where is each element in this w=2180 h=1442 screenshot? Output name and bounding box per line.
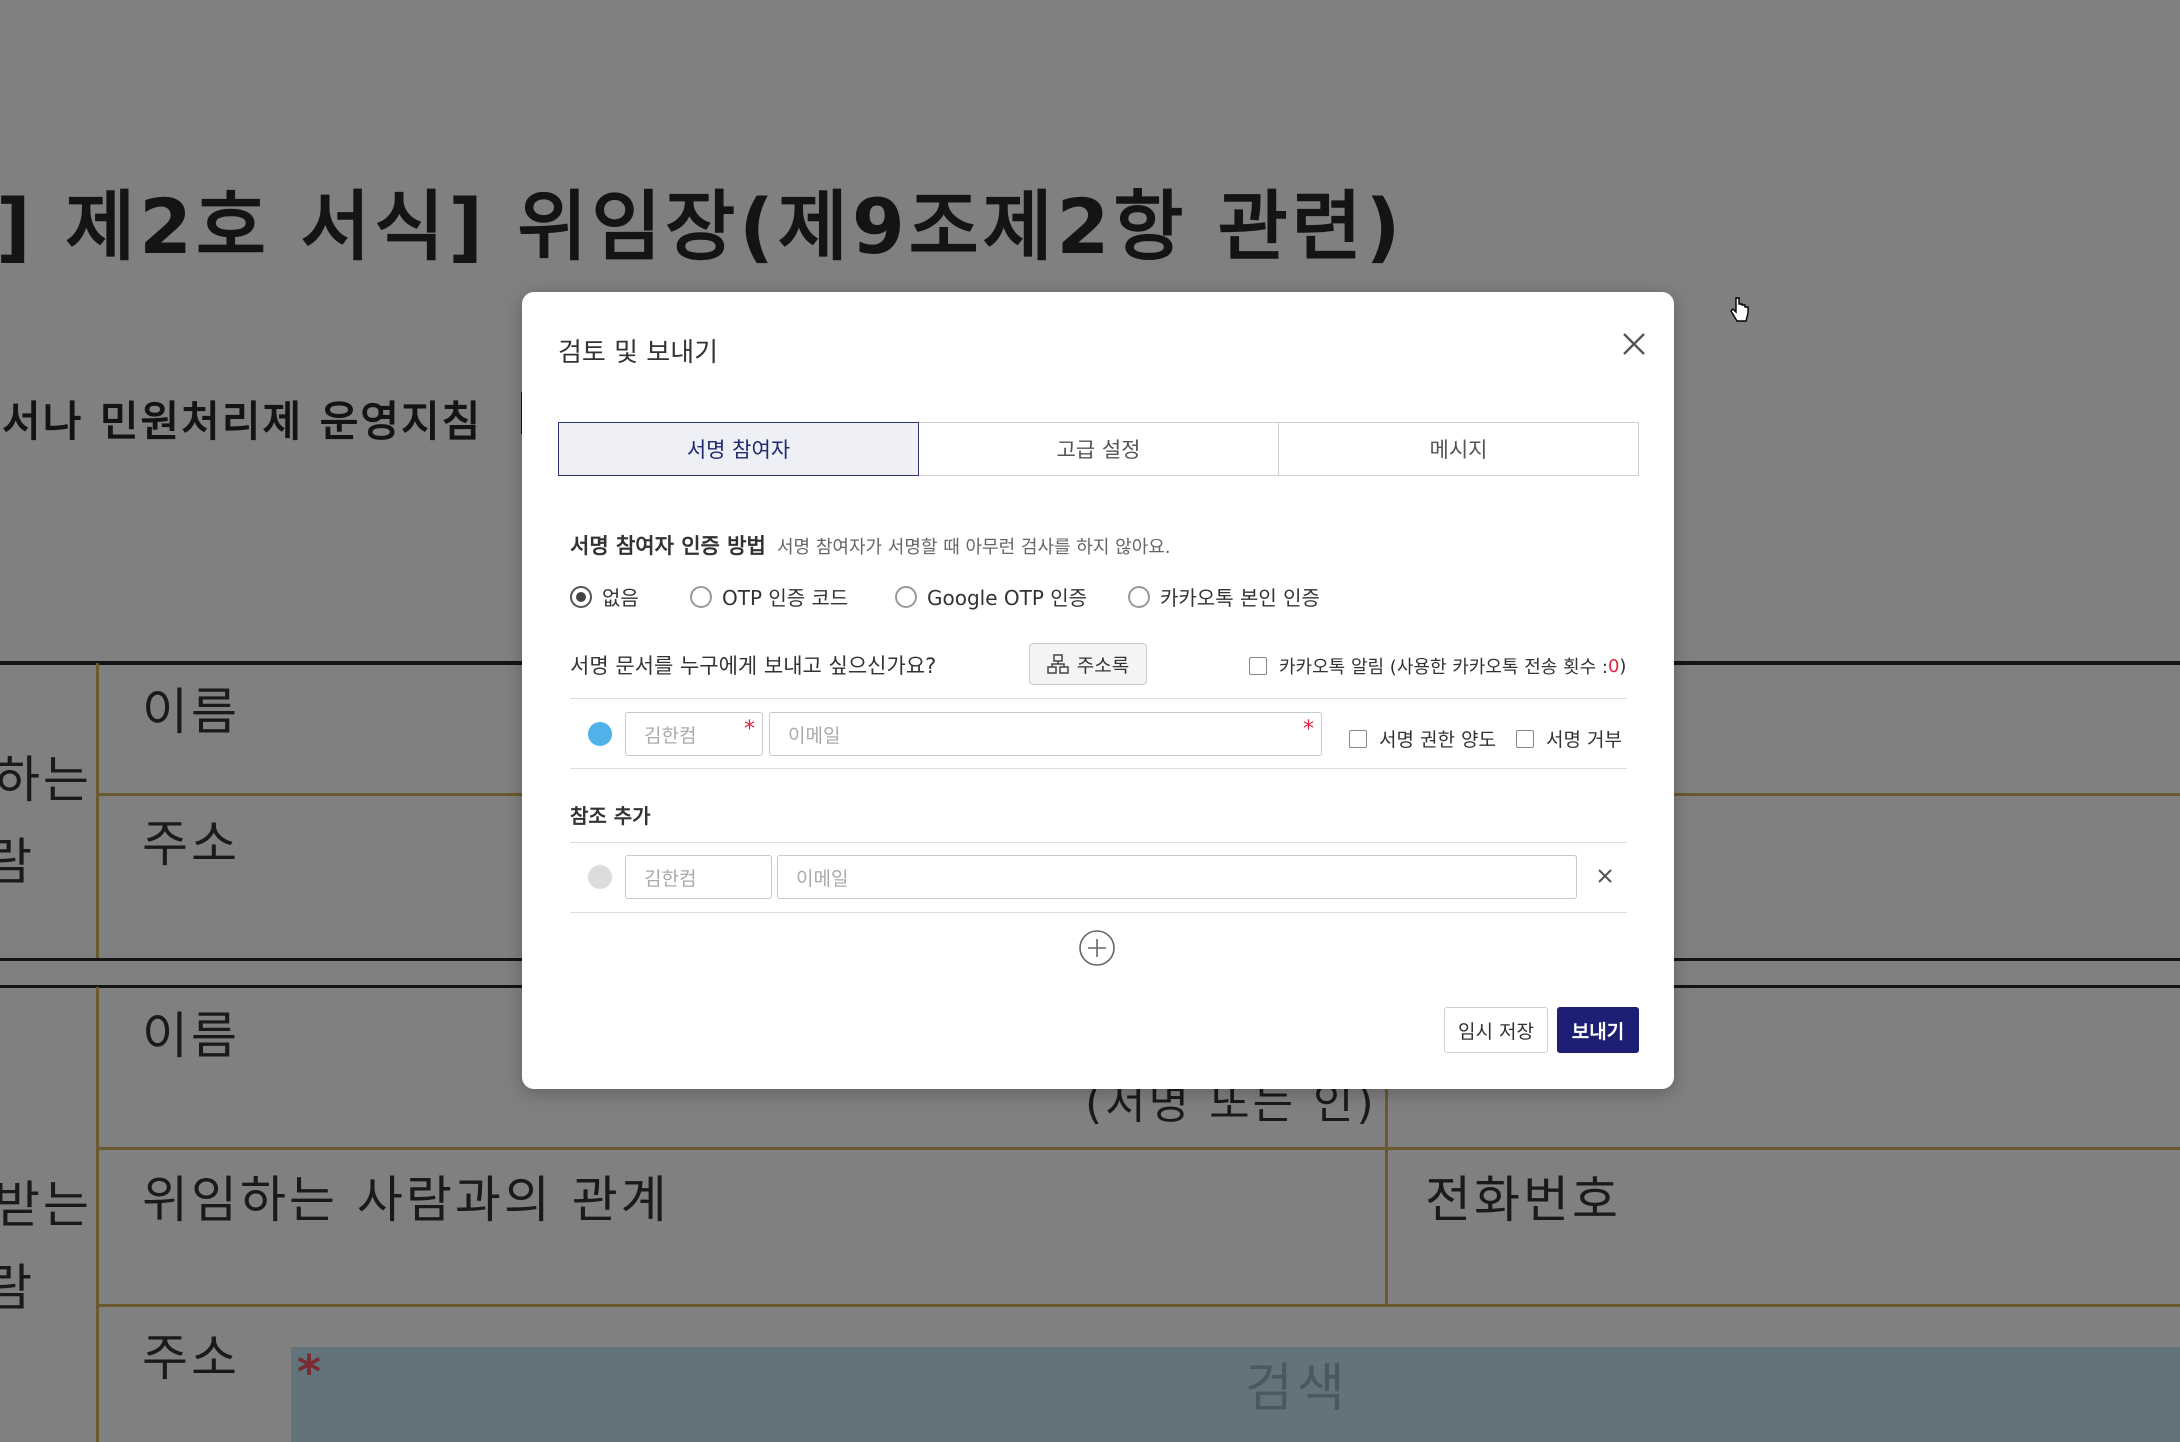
reference-color-dot — [588, 865, 612, 889]
table-border — [96, 663, 99, 959]
document-title: ] 제2호 서식] 위임장(제9조제2항 관련) — [0, 182, 1405, 271]
send-button[interactable]: 보내기 — [1557, 1007, 1639, 1053]
radio-auth-otp[interactable]: OTP 인증 코드 — [690, 582, 848, 611]
kakao-notify-close: ) — [1619, 655, 1627, 677]
divider — [570, 912, 1627, 913]
close-button[interactable] — [1612, 322, 1656, 366]
review-send-dialog: 검토 및 보내기 서명 참여자 고급 설정 메시지 서명 참여자 인증 방법 서… — [522, 292, 1674, 1089]
remove-reference-icon[interactable] — [1594, 865, 1616, 887]
radio-label: 카카오톡 본인 인증 — [1160, 586, 1320, 610]
search-label: 검색 — [1245, 1359, 1349, 1419]
cell-name: 이름 — [142, 1007, 240, 1065]
document-subtitle: 서나 민원처리제 운영지침 — [2, 397, 483, 446]
tab-signers[interactable]: 서명 참여자 — [558, 422, 919, 476]
reference-email-placeholder: 이메일 — [796, 867, 849, 890]
table-border — [96, 987, 99, 1442]
table-border — [96, 1304, 2180, 1307]
tab-advanced-settings[interactable]: 고급 설정 — [919, 422, 1279, 476]
cell-address: 주소 — [142, 1329, 240, 1387]
checkbox-icon — [1516, 729, 1534, 748]
kakao-count: 0 — [1607, 655, 1620, 677]
save-draft-button[interactable]: 임시 저장 — [1444, 1007, 1548, 1053]
cell-label: 하는 — [0, 751, 92, 809]
checkbox-icon — [1349, 729, 1367, 748]
required-mark: * — [744, 717, 755, 742]
kakao-notify-checkbox[interactable]: 카카오톡 알림 (사용한 카카오톡 전송 횟수 : 0) — [1249, 653, 1626, 679]
hand-cursor-icon — [1730, 297, 1749, 322]
delegate-checkbox[interactable]: 서명 권한 양도 — [1349, 725, 1496, 752]
radio-label: OTP 인증 코드 — [722, 586, 849, 610]
delegate-label: 서명 권한 양도 — [1379, 729, 1496, 751]
signer-name-input[interactable]: 김한컴 * — [625, 712, 763, 756]
cell-label: 람 — [0, 833, 35, 891]
divider — [570, 698, 1627, 699]
address-book-label: 주소록 — [1076, 654, 1130, 677]
divider — [570, 842, 1627, 843]
org-chart-icon — [1047, 654, 1069, 674]
radio-auth-kakao[interactable]: 카카오톡 본인 인증 — [1128, 582, 1320, 611]
divider — [570, 768, 1627, 769]
signer-email-input[interactable]: 이메일 * — [769, 712, 1322, 756]
address-book-button[interactable]: 주소록 — [1029, 643, 1147, 685]
cell-relation: 위임하는 사람과의 관계 — [142, 1171, 670, 1229]
checkbox-icon — [1249, 657, 1267, 675]
search-field-background — [291, 1347, 2180, 1442]
radio-auth-none[interactable]: 없음 — [570, 582, 639, 611]
radio-label: Google OTP 인증 — [927, 586, 1088, 610]
reference-email-input[interactable]: 이메일 — [777, 855, 1577, 899]
auth-method-label: 서명 참여자 인증 방법 — [570, 534, 766, 558]
radio-icon — [690, 585, 712, 608]
cell-name: 이름 — [142, 683, 240, 741]
required-mark: * — [1303, 717, 1314, 742]
radio-icon — [1128, 585, 1150, 608]
close-icon — [1623, 333, 1645, 355]
signer-email-placeholder: 이메일 — [788, 724, 841, 747]
dialog-title: 검토 및 보내기 — [558, 338, 719, 368]
radio-icon — [570, 585, 592, 608]
cell-label: 람 — [0, 1259, 35, 1317]
required-mark: * — [297, 1345, 322, 1399]
reject-checkbox[interactable]: 서명 거부 — [1516, 725, 1622, 752]
recipients-question: 서명 문서를 누구에게 보내고 싶으신가요? — [570, 654, 937, 678]
reference-name-input[interactable]: 김한컴 — [625, 855, 772, 899]
radio-label: 없음 — [602, 586, 639, 610]
auth-method-description: 서명 참여자가 서명할 때 아무런 검사를 하지 않아요. — [777, 537, 1171, 558]
cell-address: 주소 — [142, 815, 240, 873]
cell-label: 받는 — [0, 1176, 92, 1234]
table-border — [1385, 1060, 1388, 1306]
reject-label: 서명 거부 — [1546, 729, 1622, 751]
cell-phone: 전화번호 — [1425, 1171, 1621, 1229]
table-border — [96, 1147, 2180, 1150]
radio-icon — [895, 585, 917, 608]
reference-name-placeholder: 김한컴 — [644, 867, 697, 890]
kakao-notify-label: 카카오톡 알림 (사용한 카카오톡 전송 횟수 : — [1279, 657, 1608, 678]
dialog-tabs: 서명 참여자 고급 설정 메시지 — [558, 422, 1639, 476]
tab-message[interactable]: 메시지 — [1279, 422, 1639, 476]
reference-title: 참조 추가 — [570, 804, 651, 828]
signer-name-placeholder: 김한컴 — [644, 724, 697, 747]
add-reference-icon[interactable] — [1078, 929, 1116, 967]
radio-auth-google-otp[interactable]: Google OTP 인증 — [895, 582, 1087, 611]
signer-color-dot — [588, 722, 612, 746]
